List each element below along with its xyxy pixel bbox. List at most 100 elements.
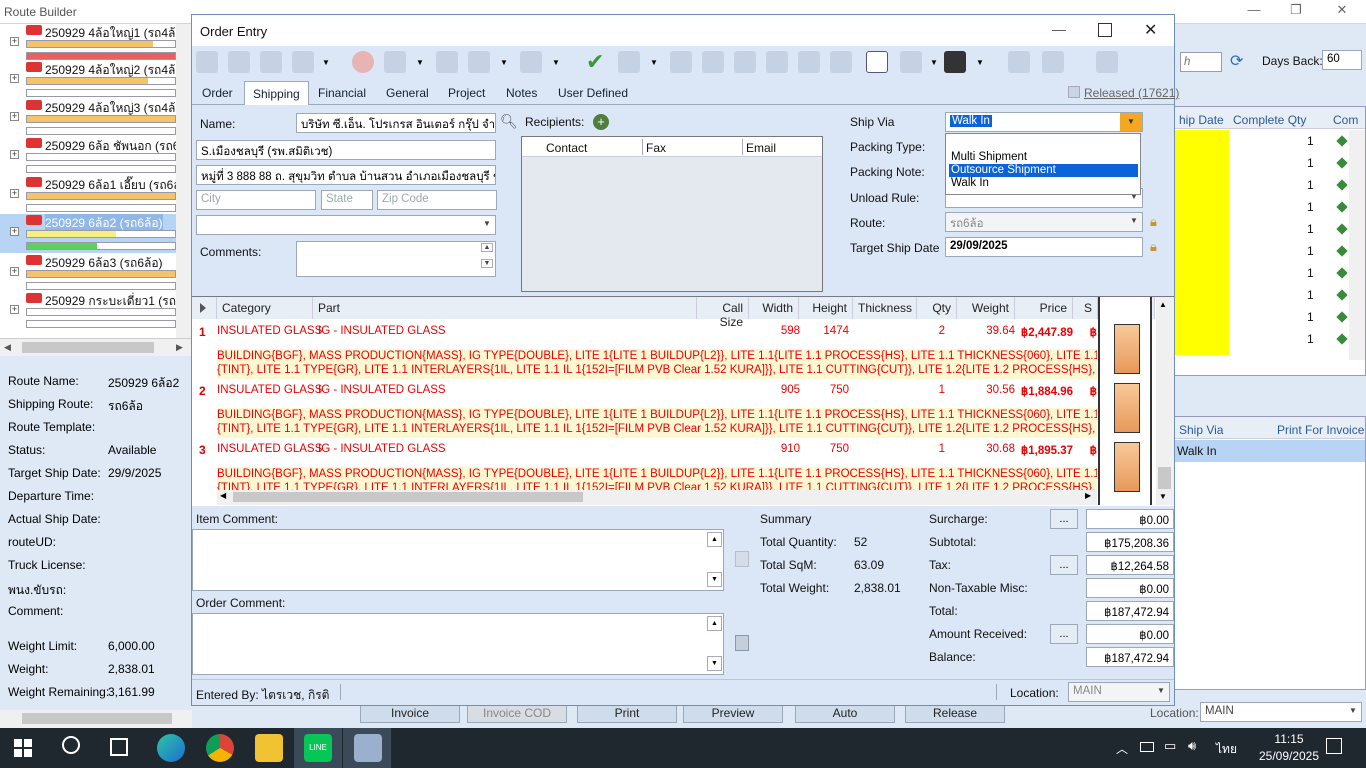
col-email[interactable]: Email	[746, 141, 776, 155]
tab-shipping[interactable]: Shipping	[244, 81, 309, 105]
grid-icon[interactable]	[1042, 51, 1064, 73]
list-icon[interactable]	[670, 51, 692, 73]
dialog-close-icon[interactable]: ✕	[1144, 20, 1157, 40]
grid-col-part[interactable]: Part	[313, 297, 697, 319]
date-lock-icon[interactable]: 🔒︎	[1150, 239, 1157, 255]
bg-action-button[interactable]: Invoice	[360, 703, 460, 723]
option-multi-shipment[interactable]: Multi Shipment	[949, 151, 1138, 164]
people-icon[interactable]	[292, 51, 314, 73]
network-icon[interactable]: ▭	[1164, 738, 1176, 754]
bg-order-grid[interactable]: hip Date Complete Qty Com 1 1 1 1 1 1 1 1 1 1	[1172, 106, 1366, 376]
col-contact[interactable]: Contact	[546, 141, 587, 155]
line-app-tab[interactable]: LINE	[294, 728, 342, 768]
city-field[interactable]: City	[196, 190, 316, 210]
volume-icon[interactable]: 🔊︎	[1188, 738, 1196, 754]
bg-action-button[interactable]: Invoice COD	[467, 703, 567, 723]
route-details-scrollbar[interactable]	[0, 710, 192, 728]
ship-via-dropdown-icon[interactable]: ▼	[1120, 113, 1142, 131]
route-item[interactable]: + 250929 4ล้อใหญ่3 (รถ4ล้อใหญ่	[0, 99, 191, 138]
share-icon[interactable]	[702, 51, 724, 73]
language-indicator[interactable]: ไทย	[1216, 740, 1237, 759]
expand-icon[interactable]: +	[10, 150, 19, 159]
order-comment-field[interactable]: ▲ ▼	[192, 613, 724, 675]
check-icon[interactable]: ✔	[586, 51, 608, 73]
mail-icon[interactable]	[618, 51, 640, 73]
expand-icon[interactable]: +	[10, 267, 19, 276]
clipboard-icon[interactable]	[866, 51, 888, 73]
expand-icon[interactable]: +	[10, 74, 19, 83]
route-select[interactable]: รถ6ล้อ ▼	[945, 212, 1143, 232]
app-tab[interactable]	[343, 728, 391, 768]
tab-user-defined[interactable]: User Defined	[550, 81, 636, 105]
route-list-scrollbar[interactable]: ◀ ▶	[0, 338, 192, 356]
received-dots-button[interactable]: ...	[1050, 624, 1078, 644]
settings-icon[interactable]	[766, 51, 788, 73]
surcharge-dots-button[interactable]: ...	[1050, 509, 1078, 529]
tax-dots-button[interactable]: ...	[1050, 555, 1078, 575]
preview-icon[interactable]	[520, 51, 542, 73]
expand-icon[interactable]: +	[10, 189, 19, 198]
search-icon[interactable]: 🔍︎	[500, 113, 518, 130]
name-field[interactable]: บริษัท ซี.เอ็น. โปรเกรส อินเตอร์ กรุ๊ป จ…	[296, 113, 496, 133]
clock-date[interactable]: 25/09/2025	[1244, 749, 1334, 763]
cancel-icon[interactable]	[352, 51, 374, 73]
route-item[interactable]: + 250929 6ล้อ ชัพนอก (รถ6ล้อ)	[0, 137, 191, 176]
grid-vscroll[interactable]: ▲ ▼	[1156, 297, 1174, 505]
grid-col-category[interactable]: Category	[217, 297, 313, 319]
country-select[interactable]: ▼	[196, 215, 496, 235]
comments-field[interactable]: ▲ ▼	[296, 241, 496, 277]
grid-col-height[interactable]: Height	[799, 297, 853, 319]
dropdown-icon[interactable]: ▼	[416, 51, 424, 73]
file-explorer-icon[interactable]	[255, 734, 283, 762]
battery-icon[interactable]	[1140, 742, 1154, 752]
user-icon[interactable]	[900, 51, 922, 73]
dropdown-icon[interactable]: ▼	[930, 51, 938, 73]
address-line2[interactable]: หมู่ที่ 3 888 88 ถ. สุขุมวิท ตำบล บ้านสว…	[196, 165, 496, 185]
option-walk-in[interactable]: Walk In	[949, 177, 1138, 190]
printer-icon[interactable]	[468, 51, 490, 73]
route-item[interactable]: + 250929 6ล้อ3 (รถ6ล้อ)	[0, 254, 191, 293]
route-item[interactable]: + 250929 กระบะเดี่ยว1 (รถกระบะเ	[0, 292, 191, 331]
ship-via-dropdown[interactable]: Multi Shipment Outsource Shipment Walk I…	[945, 133, 1141, 195]
ship-via-select[interactable]: Walk In ▼	[945, 112, 1143, 132]
bg-search-field[interactable]: h	[1180, 52, 1222, 72]
start-icon[interactable]	[14, 739, 32, 757]
address-line1[interactable]: S.เมืองชลบุรี (รพ.สมิติเวช)	[196, 140, 496, 160]
state-field[interactable]: State	[321, 190, 373, 210]
recipients-grid[interactable]: Contact Fax Email	[521, 136, 823, 292]
bg-grid-vscroll[interactable]	[1349, 130, 1365, 360]
days-back-input[interactable]: 60	[1322, 50, 1362, 70]
expand-icon[interactable]: +	[10, 37, 19, 46]
dialog-minimize-icon[interactable]: —	[1052, 21, 1066, 37]
edge-icon[interactable]	[157, 734, 185, 762]
route-item[interactable]: + 250929 4ล้อใหญ่2 (รถ4ล้อใหญ่	[0, 61, 191, 100]
dropdown-icon[interactable]: ▼	[552, 51, 560, 73]
bg-action-button[interactable]: Auto	[795, 703, 895, 723]
dropdown-icon[interactable]: ▼	[650, 51, 658, 73]
chat-icon[interactable]	[830, 51, 852, 73]
dropdown-icon[interactable]: ▼	[976, 51, 984, 73]
bg-action-button[interactable]: Preview	[683, 703, 783, 723]
route-tree[interactable]: + 250929 4ล้อใหญ่1 (รถ4ล้อใหญ่ + 250929 …	[0, 24, 192, 338]
gears-icon[interactable]	[734, 51, 756, 73]
grid-col-weight[interactable]: Weight	[957, 297, 1015, 319]
grid-hscroll[interactable]: ◀ ▶	[217, 490, 1097, 505]
minimize-icon[interactable]: —	[1244, 2, 1264, 22]
option-outsource-shipment[interactable]: Outsource Shipment	[949, 164, 1138, 177]
route-lock-icon[interactable]: 🔒︎	[1150, 214, 1157, 230]
restore-icon[interactable]: ❐	[1286, 2, 1306, 22]
grid-col-s[interactable]: S	[1073, 297, 1098, 319]
close-icon[interactable]: ✕	[1332, 2, 1352, 22]
target-ship-date[interactable]: 29/09/2025	[945, 237, 1143, 257]
item-comment-field[interactable]: ▲ ▼	[192, 529, 724, 591]
image-icon[interactable]	[1096, 51, 1118, 73]
camera-icon[interactable]	[1008, 51, 1030, 73]
col-fax[interactable]: Fax	[646, 141, 666, 155]
search-taskbar-icon[interactable]	[62, 736, 80, 754]
forward-icon[interactable]	[228, 51, 250, 73]
location-select[interactable]: MAIN ▼	[1068, 682, 1170, 702]
expand-icon[interactable]: +	[10, 112, 19, 121]
task-view-icon[interactable]	[110, 738, 128, 756]
grid-col-qty[interactable]: Qty	[917, 297, 957, 319]
zip-field[interactable]: Zip Code	[377, 190, 497, 210]
